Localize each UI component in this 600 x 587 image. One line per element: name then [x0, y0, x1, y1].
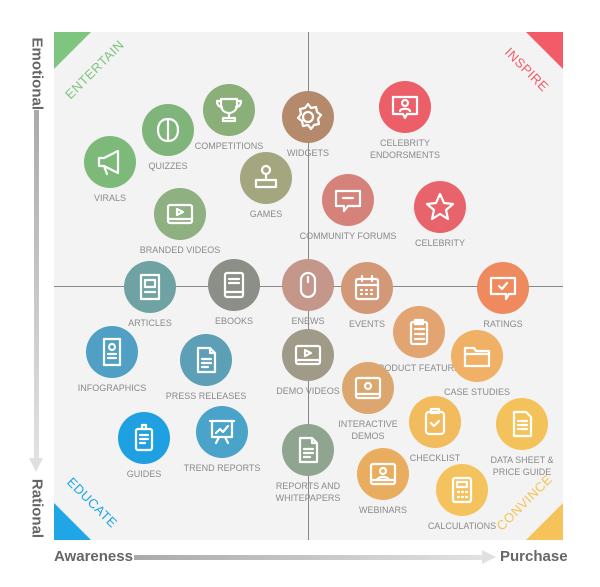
item-circle[interactable] [86, 326, 138, 378]
item-label: INTERACTIVE DEMOS [338, 419, 398, 441]
item-circle[interactable] [393, 306, 445, 358]
item-circle[interactable] [477, 262, 529, 314]
item-label: BRANDED VIDEOS [139, 245, 221, 255]
item-label: GAMES [249, 209, 283, 219]
video-icon [166, 203, 194, 225]
item-label: DATA SHEET & PRICE GUIDE [490, 455, 554, 477]
item-circle[interactable] [282, 424, 334, 476]
item-label: WEBINARS [358, 505, 407, 515]
item-circle[interactable] [196, 406, 248, 458]
item-circle[interactable] [240, 152, 292, 204]
vertical-axis-arrow [34, 110, 39, 460]
item-circle[interactable] [379, 81, 431, 133]
folder-icon [463, 346, 491, 368]
item-circle[interactable] [414, 181, 466, 233]
gear-icon [296, 102, 323, 131]
item-circle[interactable] [357, 448, 409, 500]
item-label: CALCULATIONS [427, 521, 497, 531]
star-icon [425, 192, 455, 221]
item-circle[interactable] [451, 330, 503, 382]
item-label: RATINGS [483, 319, 523, 329]
webinar-icon [369, 462, 397, 486]
item-circle[interactable] [282, 259, 334, 311]
item-circle[interactable] [282, 329, 334, 381]
monitor-icon [354, 376, 382, 400]
item-circle[interactable] [436, 464, 488, 516]
joystick-icon [254, 164, 278, 189]
vertical-arrow-head [29, 458, 43, 472]
item-circle[interactable] [342, 362, 394, 414]
item-label: TREND REPORTS [183, 463, 261, 473]
clipboard-check-icon [424, 407, 446, 436]
horizontal-arrow-head [482, 550, 496, 564]
item-circle[interactable] [154, 188, 206, 240]
axis-label-rational: Rational [28, 478, 46, 539]
presentation-icon [208, 419, 236, 445]
item-circle[interactable] [118, 412, 170, 464]
item-circle[interactable] [496, 398, 548, 450]
calendar-icon [354, 274, 380, 301]
axis-label-emotional: Emotional [28, 37, 46, 111]
item-label: CELEBRITY ENDORSMENTS [369, 138, 440, 160]
mouse-icon [299, 271, 317, 299]
chat-person-icon [391, 95, 419, 120]
clipboard-list-icon [409, 318, 429, 346]
item-circle[interactable] [208, 259, 260, 311]
document-list-icon [512, 410, 533, 438]
item-circle[interactable] [409, 396, 461, 448]
infographic-icon [102, 337, 122, 367]
content-matrix: ENTERTAIN INSPIRE EDUCATE CONVINCE VIRAL… [54, 32, 563, 540]
educate-corner [54, 503, 91, 540]
book-icon [223, 271, 245, 299]
item-label: REPORTS AND WHITEPAPERS [275, 481, 341, 503]
trophy-icon [215, 97, 243, 123]
item-circle[interactable] [341, 262, 393, 314]
chat-check-icon [489, 276, 517, 301]
item-label: CELEBRITY [414, 238, 465, 248]
chat-icon [334, 189, 362, 213]
horizontal-axis-arrow [134, 555, 484, 560]
video-icon [294, 344, 322, 366]
item-circle[interactable] [203, 84, 255, 136]
item-circle[interactable] [124, 261, 176, 313]
calculator-icon [451, 476, 473, 504]
axis-label-awareness: Awareness [54, 548, 133, 565]
document-icon [298, 436, 319, 464]
document-icon [196, 346, 217, 374]
article-icon [139, 273, 161, 301]
item-label: QUIZZES [148, 161, 188, 171]
entertain-corner [54, 32, 91, 69]
item-circle[interactable] [282, 91, 334, 143]
item-circle[interactable] [180, 334, 232, 386]
axis-label-purchase: Purchase [500, 548, 568, 565]
item-circle[interactable] [322, 174, 374, 226]
clipboard-icon [134, 423, 154, 452]
